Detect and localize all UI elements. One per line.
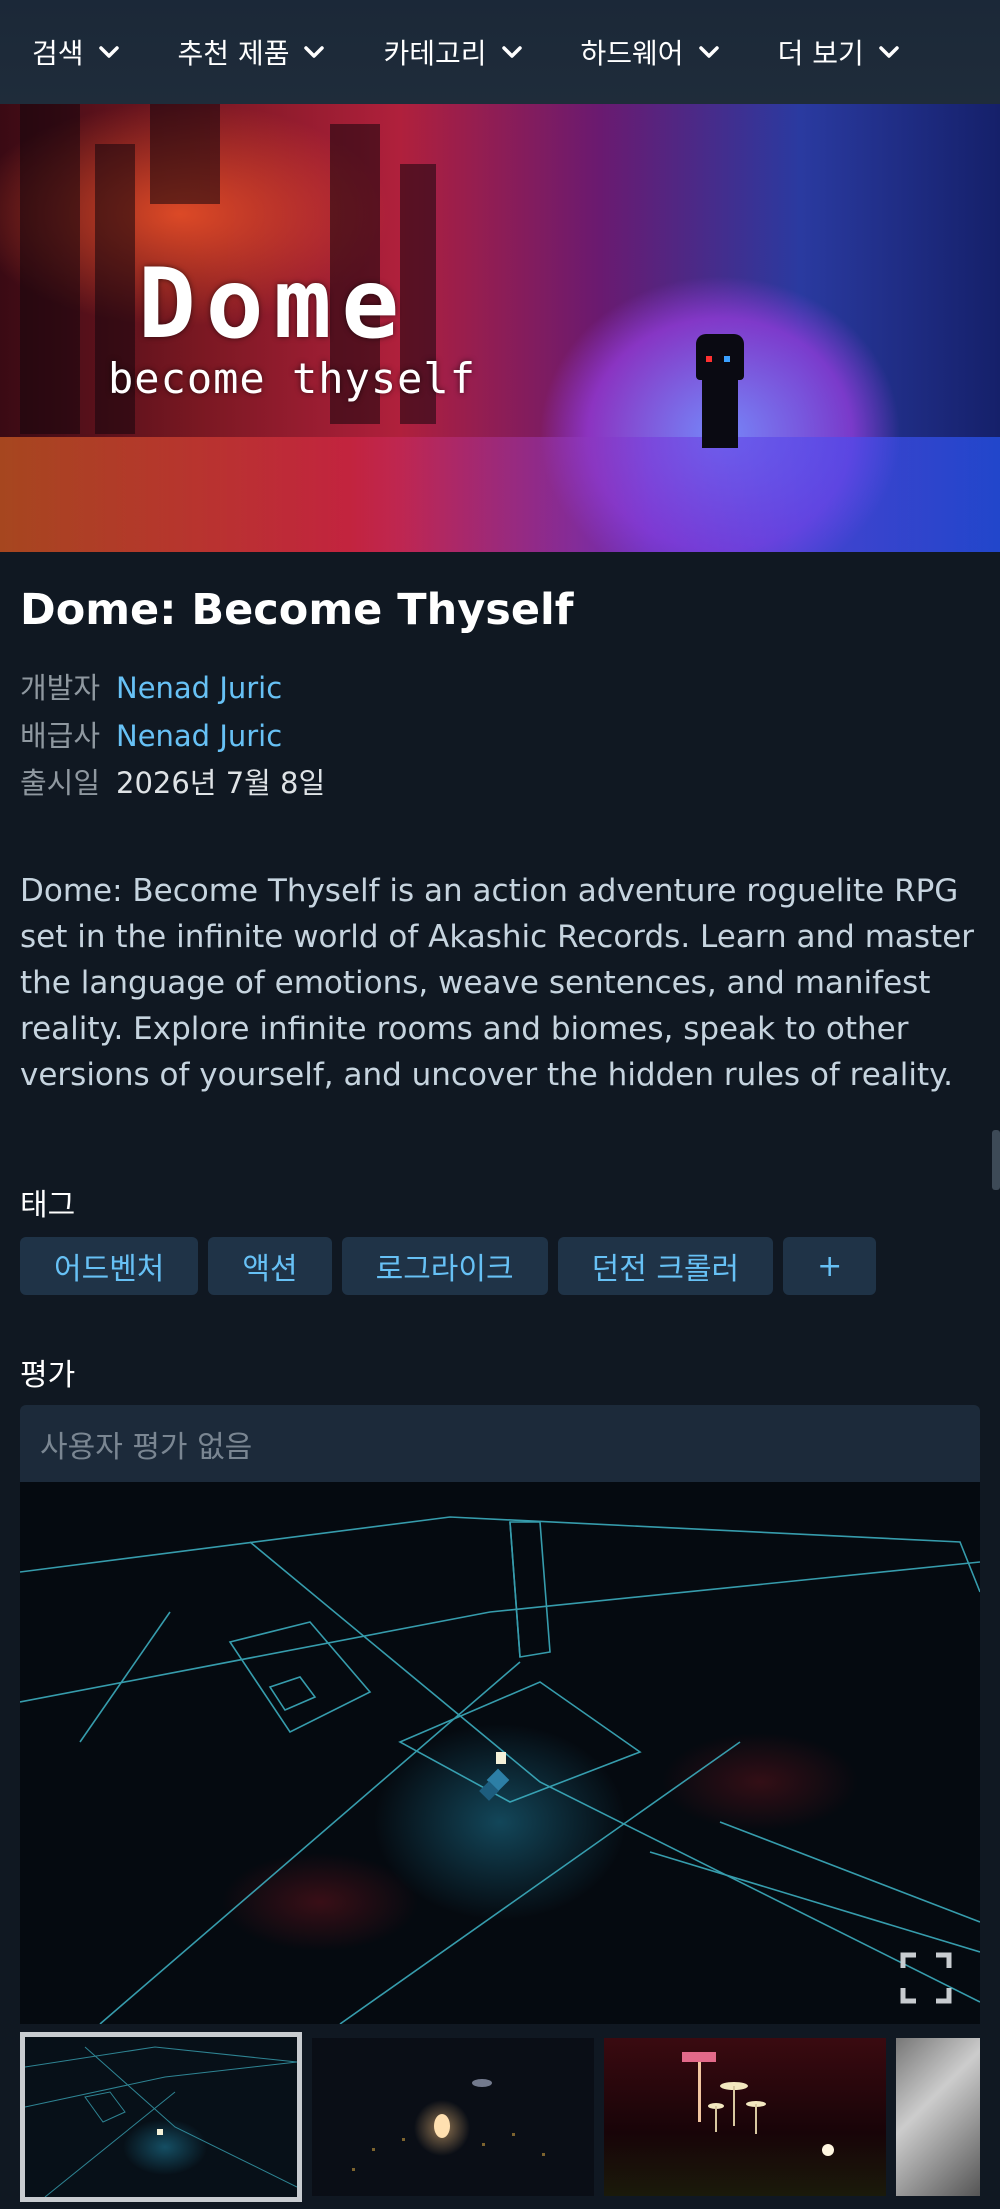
character-figure [692,334,748,454]
developer-link[interactable]: Nenad Juric [116,671,282,705]
nav-search[interactable]: 검색 [32,32,120,72]
publisher-label: 배급사 [20,719,101,753]
nav-hardware[interactable]: 하드웨어 [581,32,720,72]
thumbnail-4[interactable] [896,2038,980,2196]
thumbnail-2[interactable] [312,2038,594,2196]
tags-label: 태그 [20,1188,76,1223]
logo-subtitle: become thyself [108,354,477,403]
game-title: Dome: Become Thyself [20,585,574,635]
main-screenshot[interactable] [20,1482,980,2024]
game-logo: Dome become thyself [108,254,476,404]
reviews-label: 평가 [20,1358,76,1393]
publisher-link[interactable]: Nenad Juric [116,719,282,753]
nav-search-label: 검색 [32,37,84,70]
chevron-down-icon [501,41,523,63]
tag-adventure[interactable]: 어드벤처 [20,1237,199,1295]
release-row: 출시일 2026년 7월 8일 [20,760,325,802]
logo-title: Dome [138,248,410,360]
tag-action[interactable]: 액션 [208,1237,332,1295]
nav-more[interactable]: 더 보기 [778,32,900,72]
release-label: 출시일 [20,766,101,800]
nav-categories[interactable]: 카테고리 [383,32,522,72]
release-date: 2026년 7월 8일 [116,766,326,800]
nav-hardware-label: 하드웨어 [580,37,684,70]
tag-dungeon-crawler[interactable]: 던전 크롤러 [557,1237,774,1295]
nav-featured[interactable]: 추천 제품 [178,32,326,72]
thumbnail-strip [20,2032,980,2202]
developer-row: 개발자 Nenad Juric [20,665,282,707]
tag-roguelike[interactable]: 로그라이크 [341,1237,548,1295]
chevron-down-icon [878,41,900,63]
screenshot-scene [20,1516,980,2024]
chevron-down-icon [98,41,120,63]
fullscreen-icon[interactable] [900,1952,952,2004]
publisher-row: 배급사 Nenad Juric [20,713,282,755]
nav-featured-label: 추천 제품 [177,37,290,70]
nav-categories-label: 카테고리 [383,37,487,70]
developer-label: 개발자 [20,671,101,705]
chevron-down-icon [303,41,325,63]
thumbnail-1[interactable] [20,2032,302,2202]
more-tags-button[interactable]: + [783,1237,877,1295]
game-description: Dome: Become Thyself is an action advent… [20,873,975,1093]
review-summary: 사용자 평가 없음 [20,1405,980,1482]
scrollbar[interactable] [992,1130,1000,1190]
hero-banner: Dome become thyself [0,104,1000,552]
thumbnail-3[interactable] [604,2038,886,2196]
chevron-down-icon [698,41,720,63]
nav-more-label: 더 보기 [777,37,864,70]
top-nav: 검색 추천 제품 카테고리 하드웨어 더 보기 [0,0,1000,104]
tag-list: 어드벤처 액션 로그라이크 던전 크롤러 + [20,1237,877,1295]
